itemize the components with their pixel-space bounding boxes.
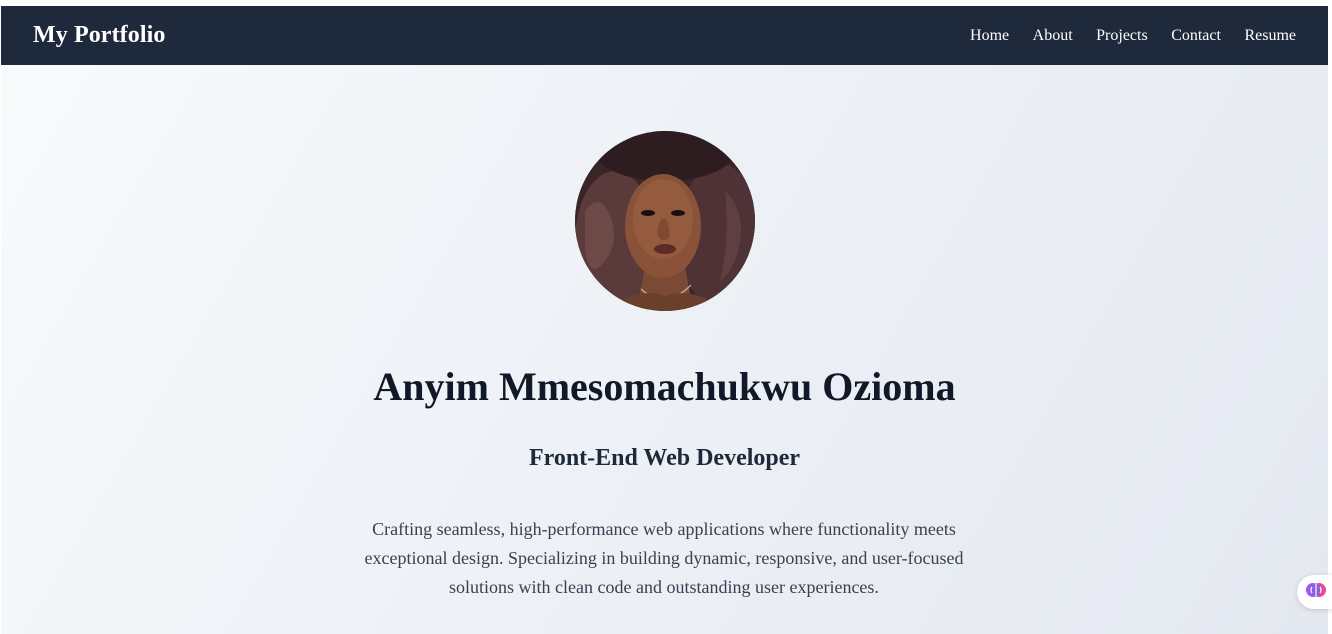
nav-link-about[interactable]: About: [1033, 27, 1073, 45]
nav-link-contact[interactable]: Contact: [1171, 27, 1221, 45]
hero-section: Anyim Mmesomachukwu Ozioma Front-End Web…: [1, 65, 1328, 634]
top-navbar: My Portfolio Home About Projects Contact…: [1, 6, 1328, 65]
nav-link-home[interactable]: Home: [970, 27, 1009, 45]
nav-links: Home About Projects Contact Resume: [947, 27, 1296, 45]
avatar-portrait-graphic: [575, 131, 755, 311]
nav-link-projects[interactable]: Projects: [1096, 27, 1148, 45]
site-brand[interactable]: My Portfolio: [33, 22, 166, 49]
brain-icon: [1306, 580, 1326, 605]
page: My Portfolio Home About Projects Contact…: [0, 0, 1332, 634]
avatar: [575, 131, 755, 311]
floating-assistant-button[interactable]: [1297, 575, 1332, 609]
hero-name: Anyim Mmesomachukwu Ozioma: [373, 364, 956, 409]
nav-link-resume[interactable]: Resume: [1244, 27, 1296, 45]
hero-role: Front-End Web Developer: [528, 445, 801, 471]
hero-bio: Crafting seamless, high-performance web …: [364, 519, 964, 597]
